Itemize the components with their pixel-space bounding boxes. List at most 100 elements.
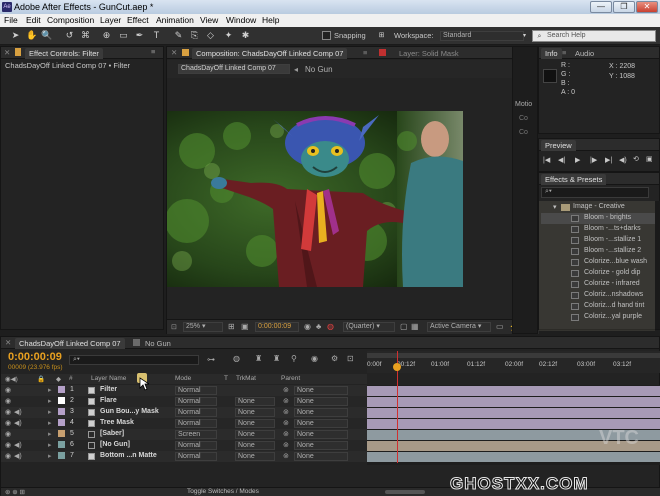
label-color-swatch[interactable] — [58, 397, 65, 404]
menu-view[interactable]: View — [200, 15, 218, 25]
preset-item[interactable]: Colorize - gold dip — [541, 268, 657, 279]
comp-tab-menu-icon[interactable]: ≡ — [363, 48, 367, 57]
audio-icon[interactable]: ◀) — [14, 408, 22, 416]
audio-button[interactable]: ◀) — [619, 156, 627, 164]
audio-icon[interactable]: ◀) — [14, 441, 22, 449]
label-color-swatch[interactable] — [58, 441, 65, 448]
eye-icon[interactable]: ◉ — [5, 430, 11, 438]
comp-panel-close-icon[interactable]: ✕ — [171, 48, 177, 57]
panel-menu-icon[interactable]: ≡ — [151, 47, 155, 56]
pickwhip-icon[interactable]: ⊚ — [283, 430, 289, 438]
layer-parent-select[interactable]: None — [294, 441, 348, 450]
layer-trkmat-select[interactable]: None — [235, 397, 275, 406]
layer-name[interactable]: [Saber] — [100, 430, 124, 437]
layer-duration-bar[interactable] — [367, 397, 660, 407]
hand-tool-icon[interactable]: ✋ — [26, 30, 37, 41]
minimize-button[interactable]: — — [590, 1, 612, 13]
pan-behind-tool-icon[interactable]: ⊕ — [101, 30, 112, 41]
preset-item[interactable]: Bloom -...stallize 1 — [541, 235, 657, 246]
audio-icon[interactable]: ◀) — [14, 452, 22, 460]
layer-row[interactable]: ◉ ◀) ▸ 6 [No Gun] Normal None ⊚ None — [1, 440, 367, 451]
layer-mode-select[interactable]: Screen — [175, 430, 217, 439]
menu-window[interactable]: Window — [226, 15, 256, 25]
maximize-button[interactable]: ❐ — [613, 1, 635, 13]
clone-stamp-tool-icon[interactable]: ⎘ — [189, 30, 200, 41]
frame-blending-icon[interactable]: ⚲ — [291, 354, 297, 363]
menu-effect[interactable]: Effect — [127, 15, 149, 25]
expand-triangle-icon[interactable]: ▸ — [48, 452, 52, 460]
camera-select[interactable]: Active Camera ▾ — [427, 322, 491, 332]
preset-item[interactable]: Bloom -...stallize 2 — [541, 246, 657, 257]
pen-tool-icon[interactable]: ✒ — [134, 30, 145, 41]
preset-item[interactable]: Coloriz...d hand tint — [541, 301, 657, 312]
preset-item[interactable]: Colorize...blue wash — [541, 257, 657, 268]
loop-button[interactable]: ⟲ — [633, 155, 639, 163]
layer-parent-select[interactable]: None — [294, 430, 348, 439]
preset-item[interactable]: Coloriz...nshadows — [541, 290, 657, 301]
layer-mode-select[interactable]: Normal — [175, 441, 217, 450]
menu-layer[interactable]: Layer — [100, 15, 121, 25]
hide-shy-icon[interactable]: ♜ — [273, 354, 280, 363]
motion-blur-icon[interactable]: ◉ — [311, 354, 318, 363]
layer-trkmat-select[interactable]: None — [235, 408, 275, 417]
tab-timeline-linked-comp[interactable]: ChadsDayOff Linked Comp 07 — [15, 338, 125, 349]
view-layout-icon[interactable]: ▭ — [496, 322, 504, 331]
layer-mode-select[interactable]: Normal — [175, 397, 217, 406]
expand-triangle-icon[interactable]: ▸ — [48, 397, 52, 405]
playhead-handle[interactable] — [392, 363, 401, 371]
first-frame-button[interactable]: |◀ — [543, 156, 550, 164]
layer-trkmat-select[interactable]: None — [235, 419, 275, 428]
zoom-tool-icon[interactable]: 🔍 — [41, 30, 52, 41]
info-tab-menu-icon[interactable]: ≡ — [562, 48, 566, 57]
transparency-grid-icon[interactable]: ▦ — [411, 322, 419, 331]
layer-mode-select[interactable]: Normal — [175, 386, 217, 395]
current-time-field[interactable]: 0:00:00:09 — [255, 322, 299, 332]
title-action-safe-icon[interactable]: ⊞ — [228, 322, 235, 331]
label-color-swatch[interactable] — [58, 430, 65, 437]
layer-duration-bar[interactable] — [367, 408, 660, 418]
brush-tool-icon[interactable]: ✎ — [173, 30, 184, 41]
tab-audio[interactable]: Audio — [571, 48, 598, 59]
expand-triangle-icon[interactable]: ▸ — [48, 386, 52, 394]
subtab-linked-comp[interactable]: ChadsDayOff Linked Comp 07 — [178, 64, 290, 74]
layer-parent-select[interactable]: None — [294, 386, 348, 395]
next-frame-button[interactable]: |▶ — [590, 156, 597, 164]
expand-triangle-icon[interactable]: ▸ — [48, 419, 52, 427]
play-button[interactable]: ▶ — [575, 156, 580, 164]
workspace-select[interactable]: Standard — [440, 31, 524, 41]
graph-editor-icon[interactable]: ⊡ — [347, 354, 354, 363]
preset-item[interactable]: Colorize - infrared — [541, 279, 657, 290]
layer-duration-bar[interactable] — [367, 452, 660, 462]
layer-mode-select[interactable]: Normal — [175, 452, 217, 461]
menu-animation[interactable]: Animation — [156, 15, 194, 25]
preset-item[interactable]: Coloriz...yal purple — [541, 312, 657, 323]
expand-triangle-icon[interactable]: ▸ — [48, 408, 52, 416]
timeline-search-field[interactable]: ⌕▾ — [69, 355, 199, 365]
panel-close-icon[interactable]: ✕ — [4, 48, 10, 57]
type-tool-icon[interactable]: T — [151, 30, 162, 41]
brainstorm-icon[interactable]: ⚙ — [331, 354, 338, 363]
puppet-tool-icon[interactable]: ✱ — [240, 30, 251, 41]
timeline-timecode[interactable]: 0:00:00:09 — [8, 351, 62, 363]
layer-parent-select[interactable]: None — [294, 419, 348, 428]
eye-icon[interactable]: ◉ — [5, 397, 11, 405]
preset-item[interactable]: Bloom - brights — [541, 213, 657, 224]
resolution-select[interactable]: (Quarter) ▾ — [343, 322, 395, 332]
pickwhip-icon[interactable]: ⊚ — [283, 441, 289, 449]
layer-duration-bar[interactable] — [367, 386, 660, 396]
zoom-select[interactable]: 25% ▾ — [183, 322, 223, 332]
col-layer-name[interactable]: Layer Name — [91, 375, 126, 382]
eye-icon[interactable]: ◉ — [5, 408, 11, 416]
effects-scrollbar[interactable] — [655, 201, 660, 329]
layer-parent-select[interactable]: None — [294, 452, 348, 461]
timeline-close-icon[interactable]: ✕ — [5, 338, 11, 347]
pickwhip-icon[interactable]: ⊚ — [283, 419, 289, 427]
layer-trkmat-select[interactable]: None — [235, 441, 275, 450]
layer-row[interactable]: ◉ ◀) ▸ 3 Gun Bou...y Mask Normal None ⊚ None — [1, 407, 367, 418]
layer-parent-select[interactable]: None — [294, 397, 348, 406]
layer-parent-select[interactable]: None — [294, 408, 348, 417]
layer-name[interactable]: Flare — [100, 397, 117, 404]
last-frame-button[interactable]: ▶| — [605, 156, 612, 164]
eye-icon[interactable]: ◉ — [5, 452, 11, 460]
preset-item[interactable]: Bloom -...ts+darks — [541, 224, 657, 235]
